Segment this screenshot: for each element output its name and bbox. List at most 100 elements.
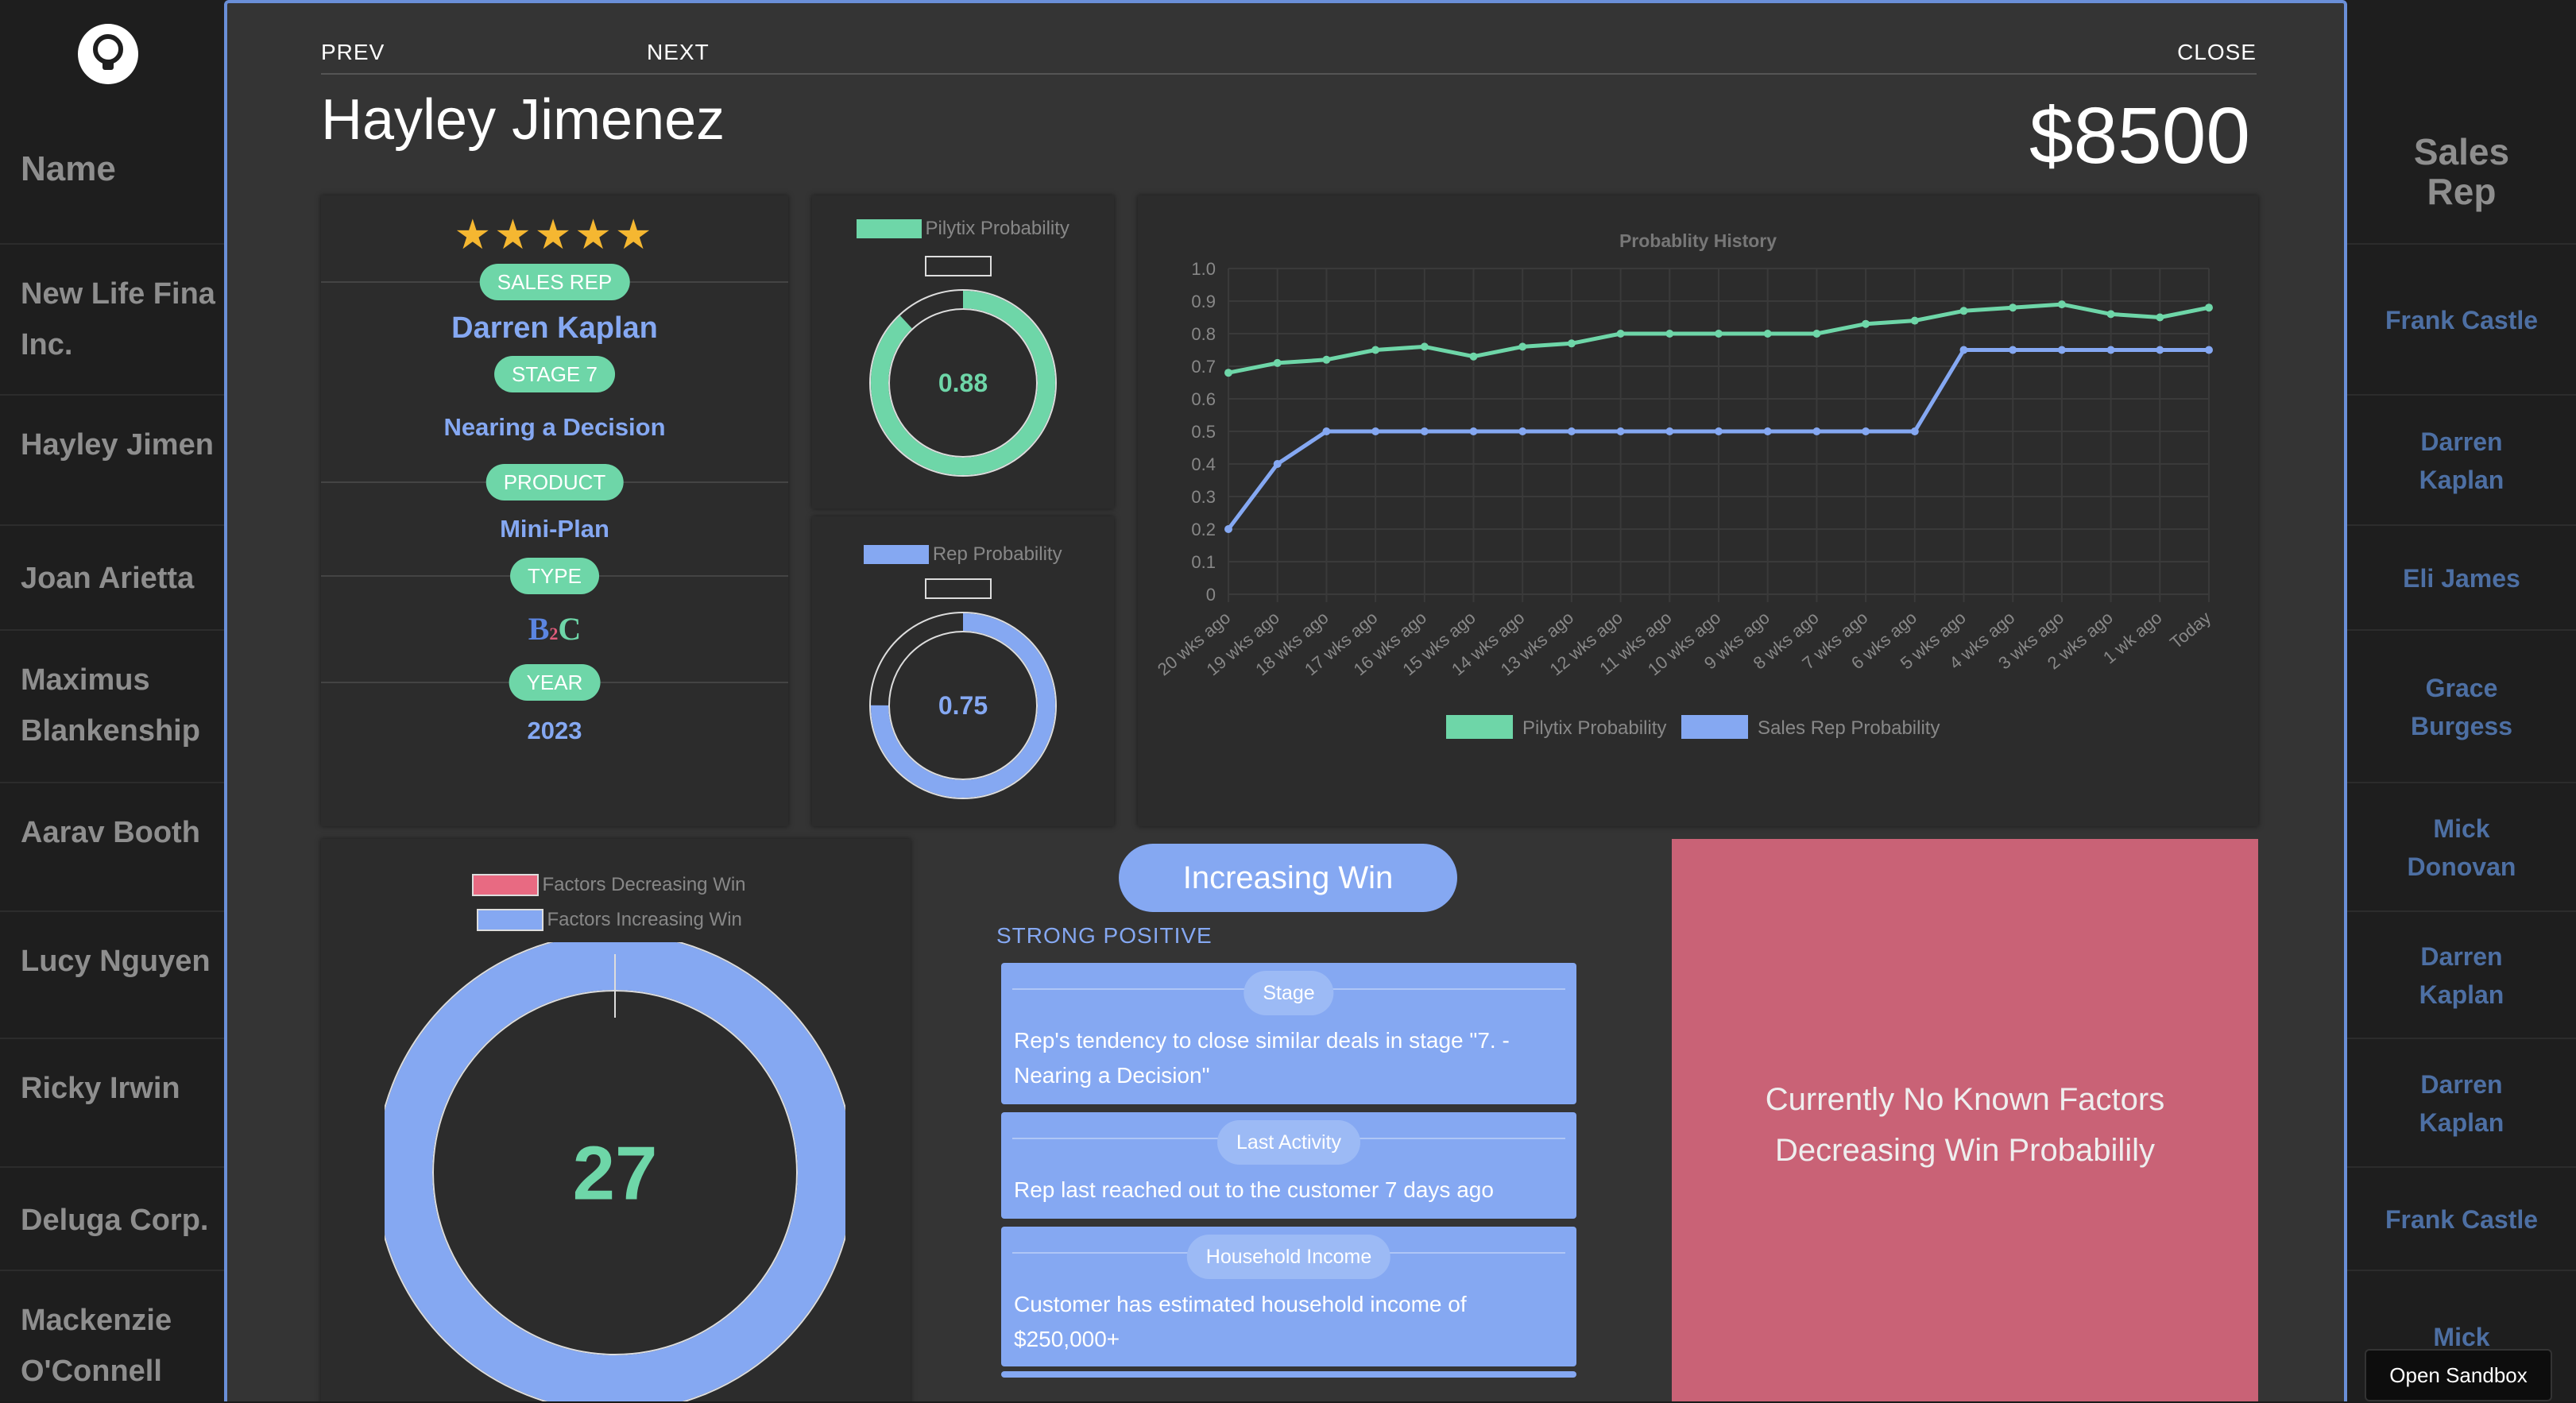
data-point[interactable]	[1959, 346, 1968, 354]
sales-rep-cell: Darren Kaplan	[2419, 1070, 2504, 1137]
customer-row[interactable]: Maximus Blankenship	[0, 629, 230, 783]
name-column-header[interactable]: Name	[21, 149, 116, 189]
data-point[interactable]	[2057, 346, 2066, 354]
sales-rep-row[interactable]: Grace Burgess	[2347, 629, 2576, 783]
data-point[interactable]	[1420, 427, 1429, 435]
product-name: Mini-Plan	[500, 515, 609, 543]
data-point[interactable]	[1862, 319, 1870, 328]
pilytix-legend[interactable]: Pilytix Probability	[812, 218, 1114, 240]
data-point[interactable]	[1763, 330, 1772, 338]
factors-decreasing-legend[interactable]: Factors Decreasing Win	[472, 874, 746, 896]
y-tick-label: 0.7	[1191, 357, 1216, 377]
customer-name-cell: Lucy Nguyen	[21, 945, 211, 978]
rating-stars-icon: ★★★★★	[454, 212, 656, 258]
data-point[interactable]	[1812, 427, 1821, 435]
opportunity-detail-modal: PREV NEXT CLOSE Hayley Jimenez $8500 ★★★…	[224, 0, 2347, 1401]
data-point[interactable]	[1224, 525, 1232, 533]
customer-row[interactable]: Joan Arietta	[0, 524, 230, 631]
data-point[interactable]	[1224, 369, 1232, 377]
increasing-legend-swatch	[477, 909, 543, 931]
sales-rep-cell: Darren Kaplan	[2419, 427, 2504, 494]
customer-row[interactable]: Deluga Corp.	[0, 1166, 230, 1271]
sales-rep-row[interactable]: Frank Castle	[2347, 243, 2576, 396]
customer-row[interactable]: Lucy Nguyen	[0, 910, 230, 1039]
customer-name-cell: Ricky Irwin	[21, 1072, 180, 1105]
pilytix-donut-chart: 0.88	[869, 289, 1057, 477]
rep-legend[interactable]: Rep Probability	[812, 543, 1114, 566]
sales-rep-row[interactable]: Eli James	[2347, 524, 2576, 631]
y-tick-label: 0.9	[1191, 292, 1216, 311]
data-point[interactable]	[1763, 427, 1772, 435]
customer-row[interactable]: Mackenzie O'Connell	[0, 1270, 230, 1403]
customer-row[interactable]: New Life Fina Inc.	[0, 243, 230, 396]
data-point[interactable]	[1273, 460, 1282, 468]
data-point[interactable]	[1959, 307, 1968, 315]
factor-tag: Stage	[1244, 971, 1334, 1015]
y-tick-label: 0.5	[1191, 422, 1216, 442]
sales-rep-row[interactable]: Mick Donovan	[2347, 782, 2576, 912]
sales-rep-row[interactable]: Darren Kaplan	[2347, 394, 2576, 526]
data-point[interactable]	[1862, 427, 1870, 435]
data-point[interactable]	[1469, 352, 1478, 361]
customer-row[interactable]: Aarav Booth	[0, 782, 230, 912]
data-point[interactable]	[1518, 427, 1527, 435]
data-point[interactable]	[2009, 346, 2017, 354]
sales-rep-cell: Grace Burgess	[2410, 674, 2513, 740]
data-point[interactable]	[1469, 427, 1478, 435]
deal-info-panel: ★★★★★ SALES REP Darren Kaplan STAGE 7 Ne…	[321, 195, 788, 826]
open-sandbox-button[interactable]: Open Sandbox	[2365, 1349, 2552, 1401]
customer-row[interactable]: Hayley Jimen	[0, 394, 230, 526]
sales-rep-row[interactable]: Darren Kaplan	[2347, 1038, 2576, 1168]
lightbulb-logo-icon[interactable]	[78, 24, 138, 84]
data-point[interactable]	[1420, 342, 1429, 351]
legend-label[interactable]: Pilytix Probability	[1522, 717, 1666, 739]
data-point[interactable]	[1567, 427, 1576, 435]
next-button[interactable]: NEXT	[647, 40, 710, 65]
sales-rep-row[interactable]: Frank Castle	[2347, 1166, 2576, 1271]
data-point[interactable]	[1567, 339, 1576, 348]
sales-rep-cell: Frank Castle	[2385, 306, 2539, 334]
data-point[interactable]	[1273, 358, 1282, 367]
data-point[interactable]	[1322, 355, 1331, 364]
data-point[interactable]	[1616, 330, 1625, 338]
data-point[interactable]	[1371, 427, 1380, 435]
data-point[interactable]	[1665, 427, 1674, 435]
customer-name-cell: Hayley Jimen	[21, 428, 214, 462]
customer-name-cell: Maximus Blankenship	[21, 663, 200, 748]
legend-swatch[interactable]	[1681, 715, 1748, 739]
win-factor-card: Household Income Customer has estimated …	[1001, 1227, 1576, 1366]
factors-increasing-legend[interactable]: Factors Increasing Win	[477, 909, 742, 931]
data-point[interactable]	[2106, 310, 2115, 319]
stage-name: Nearing a Decision	[443, 413, 666, 441]
data-point[interactable]	[1715, 427, 1723, 435]
sales-rep-column-header[interactable]: Sales Rep	[2347, 132, 2576, 211]
data-point[interactable]	[1715, 330, 1723, 338]
data-point[interactable]	[2156, 346, 2164, 354]
data-point[interactable]	[1322, 427, 1331, 435]
data-point[interactable]	[2205, 303, 2213, 312]
data-point[interactable]	[2156, 313, 2164, 322]
data-point[interactable]	[2106, 346, 2115, 354]
legend-swatch[interactable]	[1446, 715, 1513, 739]
legend-label[interactable]: Sales Rep Probability	[1758, 717, 1940, 739]
data-point[interactable]	[1518, 342, 1527, 351]
probability-history-panel: Probablity History 1.0 0.9 0.8 0.7 0.6 0.5 0.4…	[1138, 195, 2258, 826]
data-point[interactable]	[1371, 346, 1380, 354]
data-point[interactable]	[2057, 300, 2066, 309]
sales-rep-row[interactable]: Darren Kaplan	[2347, 910, 2576, 1039]
data-point[interactable]	[2009, 303, 2017, 312]
data-point[interactable]	[1616, 427, 1625, 435]
data-point[interactable]	[1910, 316, 1919, 325]
rep-probability-panel: Rep Probability 0.75	[812, 516, 1114, 826]
customer-row[interactable]: Ricky Irwin	[0, 1038, 230, 1168]
data-point[interactable]	[2205, 346, 2213, 354]
data-point[interactable]	[1910, 427, 1919, 435]
increasing-win-button[interactable]: Increasing Win	[1119, 844, 1457, 912]
close-button[interactable]: CLOSE	[2177, 40, 2257, 65]
prev-button[interactable]: PREV	[321, 40, 385, 65]
win-factor-card: Last Activity Rep last reached out to th…	[1001, 1112, 1576, 1219]
sales-rep-cell: Mick Donovan	[2407, 814, 2516, 881]
data-point[interactable]	[1665, 330, 1674, 338]
customer-name: Hayley Jimenez	[321, 88, 725, 152]
data-point[interactable]	[1812, 330, 1821, 338]
